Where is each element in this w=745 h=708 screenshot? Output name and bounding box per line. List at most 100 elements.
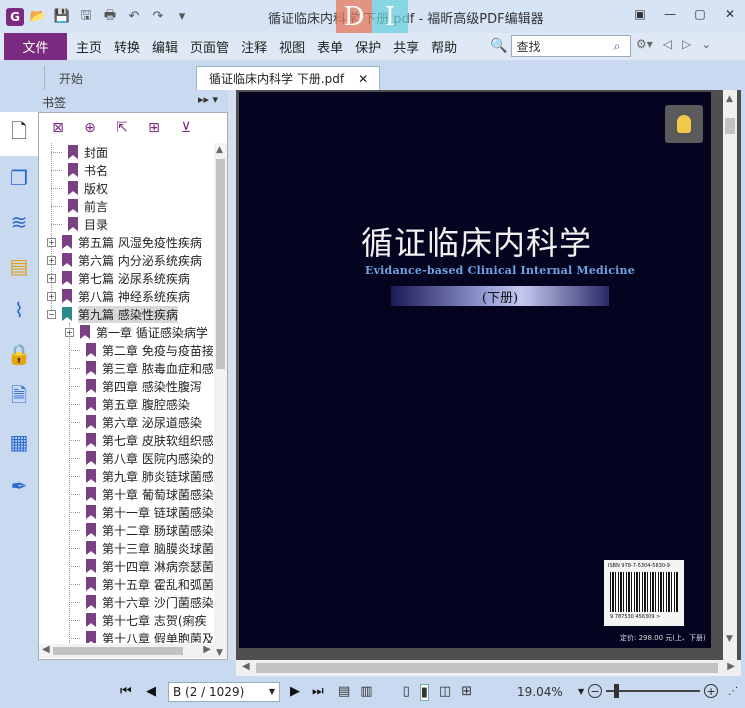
expand-icon[interactable]: + [47,291,56,301]
scroll-thumb[interactable] [53,647,183,655]
open-icon[interactable]: 📂 [28,7,48,27]
expand-icon[interactable]: + [65,327,74,337]
layers-panel-icon[interactable]: ≋ [0,200,38,244]
bookmark-item[interactable]: − 第九篇 感染性疾病 [47,305,178,323]
page-number-input[interactable]: B (2 / 1029) ▼ [168,682,280,702]
document-vertical-scrollbar[interactable]: ▲ ▼ [723,90,737,660]
menu-home[interactable]: 主页 [76,37,102,56]
resize-grip-icon[interactable]: ⋰ [728,686,738,697]
menu-share[interactable]: 共享 [393,37,419,56]
panel-collapse-icon[interactable]: ▸▸ ▾ [198,93,218,106]
bookmark-item[interactable]: 第九章 肺炎链球菌感 [65,467,213,485]
zoom-out-icon[interactable]: − [588,684,603,698]
bookmark-horizontal-scrollbar[interactable]: ◀ ▶ [39,644,214,658]
save-as-icon[interactable]: 🖫 [76,7,96,27]
cover-facing-view-icon[interactable]: ⊞ [461,684,472,701]
delete-bookmark-icon[interactable]: ⊠ [49,119,67,137]
bookmark-item[interactable]: 第十章 葡萄球菌感染 [65,485,213,503]
close-button[interactable]: ✕ [715,0,745,28]
save-icon[interactable]: 💾 [52,7,72,27]
prev-page-icon[interactable]: ◀ [146,684,156,699]
scroll-thumb[interactable] [256,663,718,673]
attachments-panel-icon[interactable]: ⌇ [0,288,38,332]
menu-convert[interactable]: 转换 [114,37,140,56]
zoom-in-icon[interactable]: + [704,684,719,698]
articles-panel-icon[interactable]: ▦ [0,420,38,464]
bookmark-item[interactable]: 书名 [47,161,108,179]
bookmark-item[interactable]: + 第一章 循证感染病学 [65,323,208,341]
app-logo-icon[interactable]: G [6,7,24,26]
expand-icon[interactable]: + [47,237,56,247]
find-folder-icon[interactable]: 🔍 [490,38,507,54]
prev-arrow-icon[interactable]: ◁ [663,37,672,51]
bookmark-item[interactable]: 第五章 腹腔感染 [65,395,190,413]
zoom-slider[interactable] [606,684,701,698]
bookmark-item[interactable]: 第三章 脓毒血症和感 [65,359,213,377]
last-page-icon[interactable]: ⏭ [312,684,324,699]
expand-icon[interactable]: + [47,255,56,265]
bookmark-item[interactable]: 第十八章 假单胞菌及 [65,629,213,643]
menu-protect[interactable]: 保护 [355,37,381,56]
search-icon[interactable]: ⌕ [613,39,620,54]
bookmark-item[interactable]: 第八章 医院内感染的 [65,449,213,467]
scroll-right-icon[interactable]: ▶ [727,661,735,672]
new-child-bookmark-icon[interactable]: ⊞ [145,119,163,137]
expand-bookmark-icon[interactable]: ⊻ [177,119,195,137]
menu-edit[interactable]: 编辑 [152,37,178,56]
bookmark-item[interactable]: 第十七章 志贺(痢疾 [65,611,207,629]
scroll-up-icon[interactable]: ▲ [216,145,223,155]
lightbulb-tip-icon[interactable] [665,105,703,143]
add-bookmark-icon[interactable]: ⊕ [81,119,99,137]
continuous-view-icon[interactable]: ▮ [419,684,429,701]
bookmark-item[interactable]: 第十六章 沙门菌感染 [65,593,213,611]
menu-form[interactable]: 表单 [317,37,343,56]
scroll-thumb[interactable] [216,159,225,369]
redo-icon[interactable]: ↷ [148,7,168,27]
document-horizontal-scrollbar[interactable]: ◀ ▶ [236,660,741,676]
restore-ribbon-icon[interactable]: ▣ [625,0,655,28]
bookmark-item[interactable]: 第十一章 链球菌感染 [65,503,213,521]
tab-start[interactable]: 开始 [44,66,194,90]
extract-page-icon[interactable]: ▤ [338,684,350,701]
file-menu-button[interactable]: 文件 [4,33,67,60]
menu-view[interactable]: 视图 [279,37,305,56]
comments-panel-icon[interactable]: ▤ [0,244,38,288]
scroll-right-icon[interactable]: ▶ [203,644,211,655]
bookmark-item[interactable]: 第十三章 脑膜炎球菌 [65,539,213,557]
settings-gear-icon[interactable]: ⚙▾ [636,37,653,51]
bookmark-vertical-scrollbar[interactable]: ▲ ▼ [214,143,227,658]
zoom-slider-knob[interactable] [614,684,620,698]
scroll-down-icon[interactable]: ▼ [216,648,223,658]
collapse-ribbon-icon[interactable]: ⌄ [701,37,711,51]
first-page-icon[interactable]: ⏮ [120,684,132,699]
scroll-down-icon[interactable]: ▼ [726,634,733,644]
scroll-left-icon[interactable]: ◀ [42,644,50,655]
pages-panel-icon[interactable]: ❐ [0,156,38,200]
document-view[interactable]: 循证临床内科学 Evidance-based Clinical Internal… [236,90,741,660]
bookmark-item[interactable]: + 第五篇 风湿免疫性疾病 [47,233,202,251]
scroll-left-icon[interactable]: ◀ [242,661,250,672]
move-bookmark-icon[interactable]: ⇱ [113,119,131,137]
print-icon[interactable]: 🖶 [100,7,120,27]
next-arrow-icon[interactable]: ▷ [682,37,691,51]
tab-close-icon[interactable]: ✕ [358,72,368,86]
bookmark-item[interactable]: 版权 [47,179,108,197]
security-lock-icon[interactable]: 🔒 [0,332,38,376]
insert-page-icon[interactable]: ▥ [360,684,372,701]
bookmark-item[interactable]: 第二章 免疫与疫苗接 [65,341,213,359]
bookmark-item[interactable]: 封面 [47,143,108,161]
scroll-thumb[interactable] [725,118,735,134]
collapse-icon[interactable]: − [47,309,56,319]
signature-panel-icon[interactable]: ✒ [0,464,38,508]
bookmark-item[interactable]: + 第八篇 神经系统疾病 [47,287,190,305]
bookmark-item[interactable]: 第十四章 淋病奈瑟菌 [65,557,213,575]
bookmark-item[interactable]: 目录 [47,215,108,233]
zoom-level[interactable]: 19.04% [517,685,563,699]
bookmark-item[interactable]: 第六章 泌尿道感染 [65,413,202,431]
menu-comment[interactable]: 注释 [241,37,267,56]
zoom-dropdown-icon[interactable]: ▼ [578,687,584,696]
bookmarks-panel-icon[interactable]: 🗋 [0,112,38,156]
bookmark-item[interactable]: + 第六篇 内分泌系统疾病 [47,251,202,269]
bookmark-item[interactable]: 第四章 感染性腹泻 [65,377,202,395]
page-dropdown-icon[interactable]: ▼ [269,687,275,696]
